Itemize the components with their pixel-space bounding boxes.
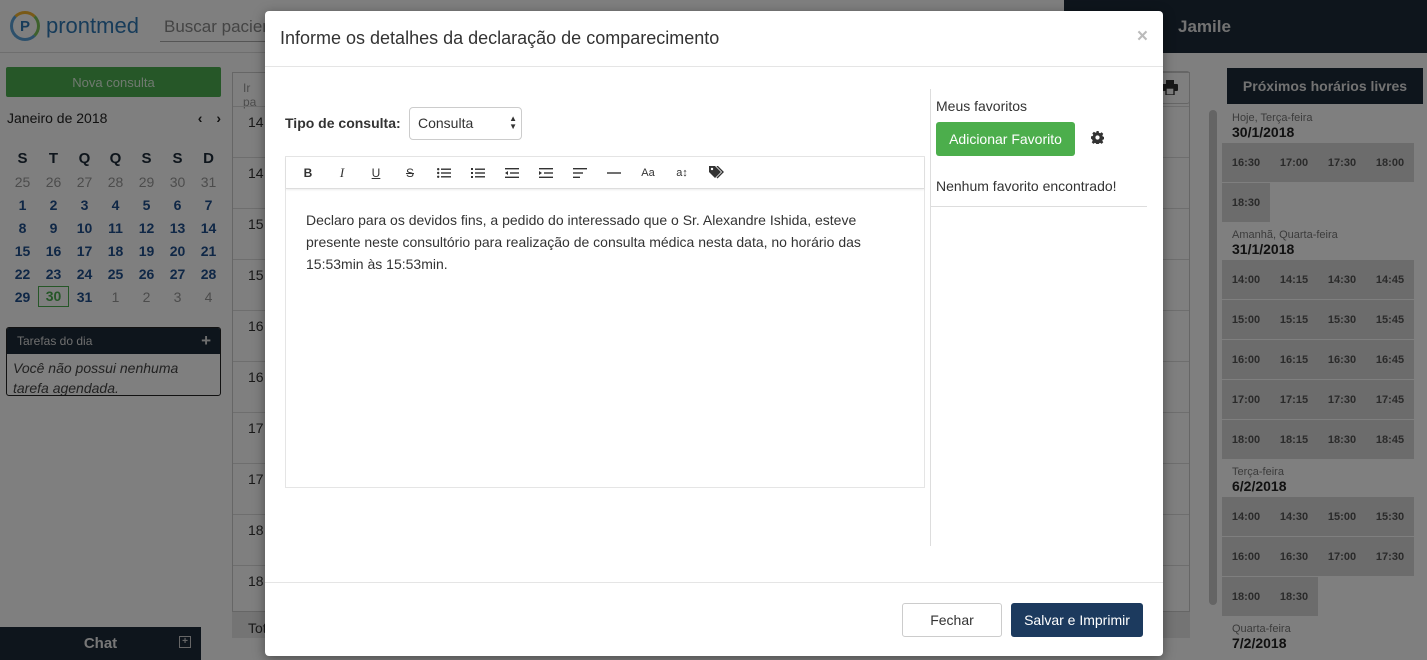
- editor-content[interactable]: Declaro para os devidos fins, a pedido d…: [286, 189, 924, 295]
- bullet-list-icon[interactable]: [427, 159, 461, 187]
- consultation-type-select[interactable]: Consulta ▲ ▼: [409, 107, 522, 140]
- numbered-list-icon[interactable]: [461, 159, 495, 187]
- no-favorites-message: Nenhum favorito encontrado!: [936, 178, 1117, 194]
- modal-footer: Fechar Salvar e Imprimir: [265, 582, 1163, 656]
- consultation-type-label: Tipo de consulta:: [285, 115, 401, 131]
- tag-icon[interactable]: [699, 159, 733, 187]
- editor-toolbar: B I U S Aa a↕: [286, 157, 924, 189]
- add-favorite-button[interactable]: Adicionar Favorito: [936, 122, 1075, 156]
- attendance-declaration-modal: Informe os detalhes da declaração de com…: [265, 11, 1163, 656]
- favorites-divider: [931, 206, 1147, 207]
- horizontal-rule-icon[interactable]: [597, 159, 631, 187]
- modal-title: Informe os detalhes da declaração de com…: [280, 28, 720, 48]
- underline-icon[interactable]: U: [359, 159, 393, 187]
- font-size-icon[interactable]: Aa: [631, 159, 665, 187]
- vertical-divider: [930, 89, 931, 546]
- favorites-title: Meus favoritos: [936, 98, 1028, 114]
- line-height-icon[interactable]: a↕: [665, 159, 699, 187]
- indent-icon[interactable]: [529, 159, 563, 187]
- align-left-icon[interactable]: [563, 159, 597, 187]
- modal-header: Informe os detalhes da declaração de com…: [265, 11, 1163, 67]
- italic-icon[interactable]: I: [325, 159, 359, 187]
- gear-icon[interactable]: [1091, 131, 1105, 147]
- rich-text-editor: B I U S Aa a↕ Declaro para os devidos fi…: [285, 156, 925, 488]
- save-and-print-button[interactable]: Salvar e Imprimir: [1011, 603, 1143, 637]
- close-icon[interactable]: ×: [1137, 26, 1148, 48]
- strikethrough-icon[interactable]: S: [393, 159, 427, 187]
- close-button[interactable]: Fechar: [902, 603, 1002, 637]
- outdent-icon[interactable]: [495, 159, 529, 187]
- consultation-type-value: Consulta: [418, 115, 474, 131]
- bold-icon[interactable]: B: [291, 159, 325, 187]
- select-arrows-icon: ▲ ▼: [509, 114, 517, 131]
